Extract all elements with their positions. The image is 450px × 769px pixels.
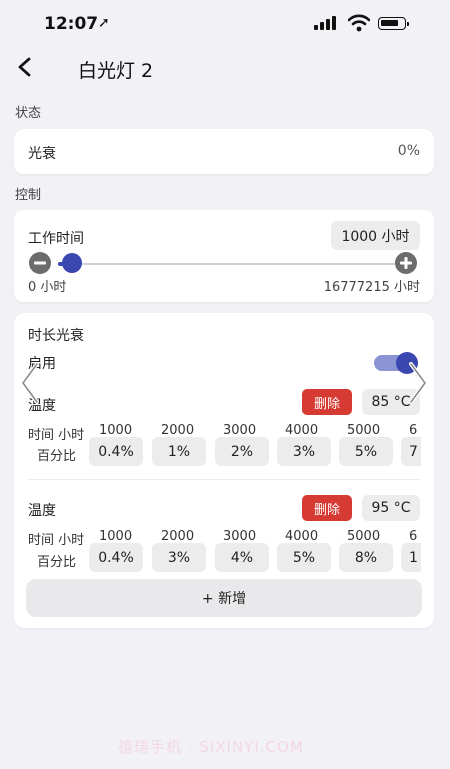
work-time-slider-track[interactable] (58, 263, 398, 265)
time-value: 1000 (99, 423, 133, 438)
status-icons (314, 14, 414, 32)
percent-value[interactable]: 1 (401, 543, 421, 572)
decay-table-scroll[interactable]: 1000 2000 3000 4000 5000 6 0.4% 3% 4% 5%… (89, 525, 421, 573)
status-bar: 12:07 ➚ (0, 0, 450, 48)
status-time: 12:07 (44, 14, 99, 34)
temperature-value[interactable]: 95 °C (362, 495, 420, 521)
temperature-label: 温度 (28, 503, 56, 519)
work-time-slider-thumb[interactable] (61, 253, 82, 273)
divider (28, 479, 420, 480)
slider-min-label: 0 小时 (28, 280, 67, 295)
chevron-left-overlay-icon[interactable] (18, 360, 42, 406)
time-value: 2000 (161, 529, 195, 544)
time-hours-label: 时间 小时 (28, 428, 85, 443)
watermark: 禧瑞手机 · SIXINYI.COM (118, 738, 304, 756)
duration-decay-card: 时长光衰 启用 温度 删除 85 °C 时间 小时 百分比 1000 2000 … (14, 313, 434, 628)
location-arrow-icon: ➚ (98, 15, 110, 31)
plus-icon (400, 257, 412, 269)
time-hours-label: 时间 小时 (28, 533, 85, 548)
time-value: 3000 (223, 529, 257, 544)
status-section-label: 状态 (15, 106, 42, 121)
light-decay-label: 光衰 (28, 146, 56, 162)
wifi-icon (348, 14, 370, 32)
percent-value[interactable]: 1% (152, 437, 206, 466)
percent-value[interactable]: 7 (401, 437, 421, 466)
percent-value[interactable]: 4% (215, 543, 269, 572)
percent-label: 百分比 (37, 449, 77, 464)
slider-max-label: 16777215 小时 (323, 280, 420, 295)
cellular-signal-icon (314, 16, 340, 30)
delete-button[interactable]: 删除 (302, 389, 352, 415)
chevron-left-icon (18, 57, 31, 77)
battery-icon (378, 17, 409, 30)
back-button[interactable] (12, 52, 40, 82)
work-time-value[interactable]: 1000 小时 (331, 221, 420, 250)
percent-value[interactable]: 2% (215, 437, 269, 466)
time-value: 5000 (347, 423, 381, 438)
percent-value[interactable]: 0.4% (89, 437, 143, 466)
time-value: 6 (409, 423, 418, 438)
percent-label: 百分比 (37, 555, 77, 570)
time-value: 3000 (223, 423, 257, 438)
nav-bar: 白光灯 2 (0, 48, 450, 88)
percent-value[interactable]: 3% (152, 543, 206, 572)
percent-value[interactable]: 5% (277, 543, 331, 572)
percent-value[interactable]: 5% (339, 437, 393, 466)
chevron-right-overlay-icon[interactable] (406, 360, 430, 406)
time-value: 4000 (285, 423, 319, 438)
time-value: 4000 (285, 529, 319, 544)
percent-value[interactable]: 0.4% (89, 543, 143, 572)
decay-table-scroll[interactable]: 1000 2000 3000 4000 5000 6 0.4% 1% 2% 3%… (89, 419, 421, 467)
time-value: 6 (409, 529, 418, 544)
work-time-label: 工作时间 (28, 231, 84, 247)
time-value: 5000 (347, 529, 381, 544)
light-decay-card: 光衰 0% (14, 129, 434, 174)
time-value: 2000 (161, 423, 195, 438)
light-decay-value: 0% (397, 143, 420, 159)
minus-icon (34, 261, 46, 265)
time-value: 1000 (99, 529, 133, 544)
page-title: 白光灯 2 (78, 60, 154, 82)
minus-button[interactable] (29, 252, 51, 274)
work-time-card: 工作时间 1000 小时 0 小时 16777215 小时 (14, 210, 434, 302)
add-button[interactable]: + 新增 (26, 579, 422, 617)
control-section-label: 控制 (15, 188, 42, 203)
percent-value[interactable]: 3% (277, 437, 331, 466)
delete-button[interactable]: 删除 (302, 495, 352, 521)
plus-button[interactable] (395, 252, 417, 274)
decay-card-title: 时长光衰 (28, 328, 84, 344)
percent-value[interactable]: 8% (339, 543, 393, 572)
